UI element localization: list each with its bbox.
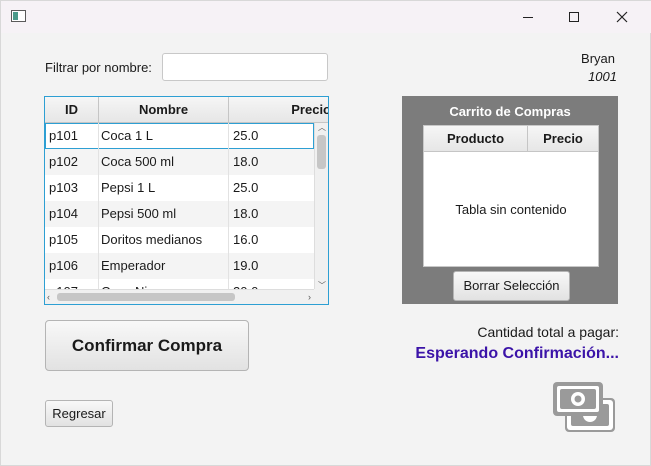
cell-id: p104 [45,201,99,227]
maximize-button[interactable] [551,1,597,33]
products-table-header: ID Nombre Precio [45,97,328,123]
table-row[interactable]: p104 Pepsi 500 ml 18.0 [45,201,314,227]
minimize-icon [523,16,533,18]
cell-id: p103 [45,175,99,201]
app-window: Filtrar por nombre: Bryan 1001 ID Nombre… [0,0,651,466]
cell-name: Coca 1 L [99,123,229,149]
cart-title: Carrito de Compras [449,104,571,119]
column-header-id[interactable]: ID [45,97,99,123]
table-row[interactable]: p101 Coca 1 L 25.0 [45,123,314,149]
scroll-up-icon[interactable]: ︿ [318,122,326,133]
cell-name: Pepsi 1 L [99,175,229,201]
confirmation-status: Esperando Confirmación... [415,345,619,362]
cell-id: p106 [45,253,99,279]
title-bar [1,1,651,33]
close-icon [616,11,628,23]
user-name: Bryan [581,51,615,66]
table-row[interactable]: p105 Doritos medianos 16.0 [45,227,314,253]
filter-label: Filtrar por nombre: [45,60,152,75]
scroll-corner [314,289,328,304]
scrollbar-thumb[interactable] [57,293,235,301]
total-label: Cantidad total a pagar: [477,324,619,340]
cart-table[interactable]: Producto Precio Tabla sin contenido [423,125,599,267]
cell-id: p102 [45,149,99,175]
scroll-left-icon[interactable]: ‹ [47,292,50,302]
table-row[interactable]: p106 Emperador 19.0 [45,253,314,279]
filter-input[interactable] [162,53,328,81]
cell-name: Emperador [99,253,229,279]
cell-id: p105 [45,227,99,253]
minimize-button[interactable] [505,1,551,33]
confirm-purchase-button[interactable]: Confirmar Compra [45,320,249,371]
products-table[interactable]: ID Nombre Precio p101 Coca 1 L 25.0 p102 Coc… [44,96,329,305]
column-header-price[interactable]: Precio [528,126,598,152]
column-header-name[interactable]: Nombre [99,97,229,123]
column-header-price[interactable]: Precio [229,97,328,123]
user-id: 1001 [588,69,617,84]
scroll-right-icon[interactable]: › [308,292,311,302]
close-button[interactable] [599,1,645,33]
clear-selection-button[interactable]: Borrar Selección [453,271,570,301]
table-row[interactable]: p102 Coca 500 ml 18.0 [45,149,314,175]
table-row[interactable]: p103 Pepsi 1 L 25.0 [45,175,314,201]
scrollbar-thumb[interactable] [317,135,326,169]
cell-name: Doritos medianos [99,227,229,253]
column-header-product[interactable]: Producto [424,126,528,152]
horizontal-scrollbar[interactable]: ‹ › [45,289,314,304]
money-bills-icon [553,382,615,432]
vertical-scrollbar[interactable]: ︿ ﹀ [314,122,328,290]
cell-name: Pepsi 500 ml [99,201,229,227]
cell-name: Coca 500 ml [99,149,229,175]
empty-table-message: Tabla sin contenido [455,202,567,217]
back-button[interactable]: Regresar [45,400,113,427]
cell-id: p101 [45,123,99,149]
app-icon [11,10,26,22]
cart-table-header: Producto Precio [424,126,598,152]
maximize-icon [569,12,579,22]
